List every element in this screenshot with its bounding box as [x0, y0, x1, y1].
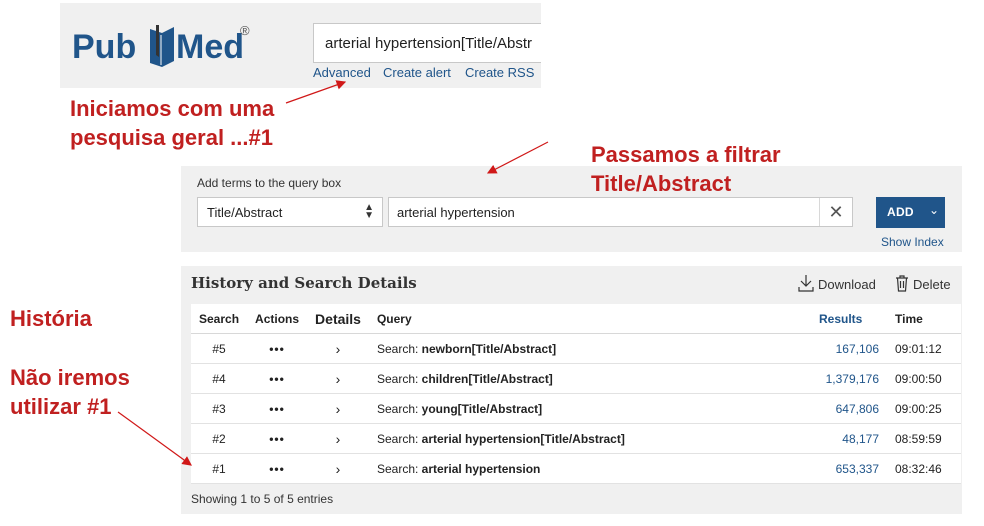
actions-menu-icon[interactable]: ••• — [247, 423, 308, 454]
query-term: children[Title/Abstract] — [421, 371, 553, 386]
history-title: History and Search Details — [191, 274, 417, 292]
trash-icon — [896, 275, 908, 292]
search-number: #3 — [191, 393, 248, 424]
time-cell: 09:00:50 — [887, 363, 961, 394]
query-term: young[Title/Abstract] — [421, 401, 543, 416]
col-details: Details — [307, 304, 369, 334]
select-arrows-icon: ▲ ▼ — [364, 202, 374, 221]
table-row: #4 ••• › Search: children[Title/Abstract… — [191, 363, 961, 394]
time-cell: 09:00:25 — [887, 393, 961, 424]
chevron-right-icon[interactable]: › — [307, 363, 369, 394]
annotation-skip-line2: utilizar #1 — [10, 394, 112, 419]
search-input-value: arterial hypertension[Title/Abstr — [325, 35, 533, 52]
table-row: #3 ••• › Search: young[Title/Abstract] 6… — [191, 393, 961, 424]
col-actions: Actions — [247, 304, 308, 334]
query-prefix: Search: — [376, 461, 422, 476]
download-label: Download — [818, 277, 876, 292]
results-link[interactable]: 647,806 — [811, 393, 887, 424]
query-cell: Search: children[Title/Abstract] — [368, 363, 811, 394]
annotation-general-search-line2: pesquisa geral ...#1 — [70, 125, 273, 150]
col-search[interactable]: Search — [191, 304, 248, 334]
field-select-value: Title/Abstract — [207, 205, 283, 220]
annotation-filter-line2: Title/Abstract — [591, 171, 732, 196]
term-input[interactable]: arterial hypertension ✕ — [388, 197, 853, 227]
download-icon — [798, 275, 814, 292]
results-link[interactable]: 1,379,176 — [811, 363, 887, 394]
annotation-filter-line1: Passamos a filtrar — [591, 142, 781, 167]
search-number: #2 — [191, 423, 248, 454]
show-index-link[interactable]: Show Index — [881, 235, 944, 249]
query-cell: Search: newborn[Title/Abstract] — [368, 333, 811, 364]
advanced-link[interactable]: Advanced — [313, 65, 371, 80]
search-input[interactable]: arterial hypertension[Title/Abstr — [313, 23, 541, 63]
query-cell: Search: arterial hypertension[Title/Abst… — [368, 423, 811, 454]
results-link[interactable]: 48,177 — [811, 423, 887, 454]
query-term: newborn[Title/Abstract] — [421, 341, 557, 356]
chevron-right-icon[interactable]: › — [307, 423, 369, 454]
time-cell: 09:01:12 — [887, 333, 961, 364]
annotation-skip-line1: Não iremos — [10, 365, 130, 390]
add-button[interactable]: ADD ⌄ — [876, 197, 945, 228]
actions-menu-icon[interactable]: ••• — [247, 393, 308, 424]
history-table: Search Actions Details Query Results Tim… — [191, 304, 961, 484]
query-cell: Search: arterial hypertension — [368, 453, 811, 484]
term-input-value: arterial hypertension — [397, 205, 515, 220]
logo-med-text: Med — [176, 28, 244, 66]
delete-button[interactable]: Delete — [895, 274, 951, 292]
col-results: Results — [811, 304, 887, 334]
query-prefix: Search: — [376, 431, 422, 446]
table-row: #5 ••• › Search: newborn[Title/Abstract]… — [191, 333, 961, 364]
delete-label: Delete — [913, 277, 951, 292]
query-box-builder: Add terms to the query box Title/Abstrac… — [181, 166, 962, 252]
table-row: #2 ••• › Search: arterial hypertension[T… — [191, 423, 961, 454]
time-cell: 08:32:46 — [887, 453, 961, 484]
chevron-right-icon[interactable]: › — [307, 393, 369, 424]
search-number: #4 — [191, 363, 248, 394]
query-term: arterial hypertension[Title/Abstract] — [421, 431, 625, 446]
book-logo-icon — [150, 25, 174, 67]
pubmed-logo[interactable]: Pub Med ® — [72, 23, 252, 71]
chevron-right-icon[interactable]: › — [307, 333, 369, 364]
chevron-right-icon[interactable]: › — [307, 453, 369, 484]
history-panel: History and Search Details Download Dele… — [181, 266, 962, 514]
annotation-history: História — [10, 306, 92, 331]
time-cell: 08:59:59 — [887, 423, 961, 454]
results-link[interactable]: 653,337 — [811, 453, 887, 484]
entries-footer: Showing 1 to 5 of 5 entries — [191, 492, 334, 506]
registered-mark: ® — [240, 23, 250, 38]
actions-menu-icon[interactable]: ••• — [247, 333, 308, 364]
query-cell: Search: young[Title/Abstract] — [368, 393, 811, 424]
create-alert-link[interactable]: Create alert — [383, 65, 451, 80]
results-link[interactable]: 167,106 — [811, 333, 887, 364]
chevron-down-icon[interactable]: ⌄ — [929, 203, 939, 217]
field-select[interactable]: Title/Abstract ▲ ▼ — [197, 197, 383, 227]
add-button-label: ADD — [887, 205, 914, 219]
col-time: Time — [887, 304, 961, 334]
query-term: arterial hypertension — [421, 461, 541, 476]
search-number: #5 — [191, 333, 248, 364]
download-button[interactable]: Download — [798, 274, 876, 292]
annotation-general-search-line1: Iniciamos com uma — [70, 96, 275, 121]
logo-pub-text: Pub — [72, 28, 137, 66]
search-number: #1 — [191, 453, 248, 484]
table-header-row: Search Actions Details Query Results Tim… — [191, 304, 961, 334]
table-row: #1 ••• › Search: arterial hypertension 6… — [191, 453, 961, 484]
pubmed-header: Pub Med ® arterial hypertension[Title/Ab… — [60, 3, 541, 88]
query-prefix: Search: — [376, 401, 422, 416]
actions-menu-icon[interactable]: ••• — [247, 363, 308, 394]
create-rss-link[interactable]: Create RSS — [465, 65, 534, 80]
actions-menu-icon[interactable]: ••• — [247, 453, 308, 484]
query-prefix: Search: — [376, 341, 422, 356]
clear-icon[interactable]: ✕ — [819, 198, 852, 226]
builder-label: Add terms to the query box — [197, 176, 342, 190]
query-prefix: Search: — [376, 371, 422, 386]
col-query: Query — [368, 304, 811, 334]
